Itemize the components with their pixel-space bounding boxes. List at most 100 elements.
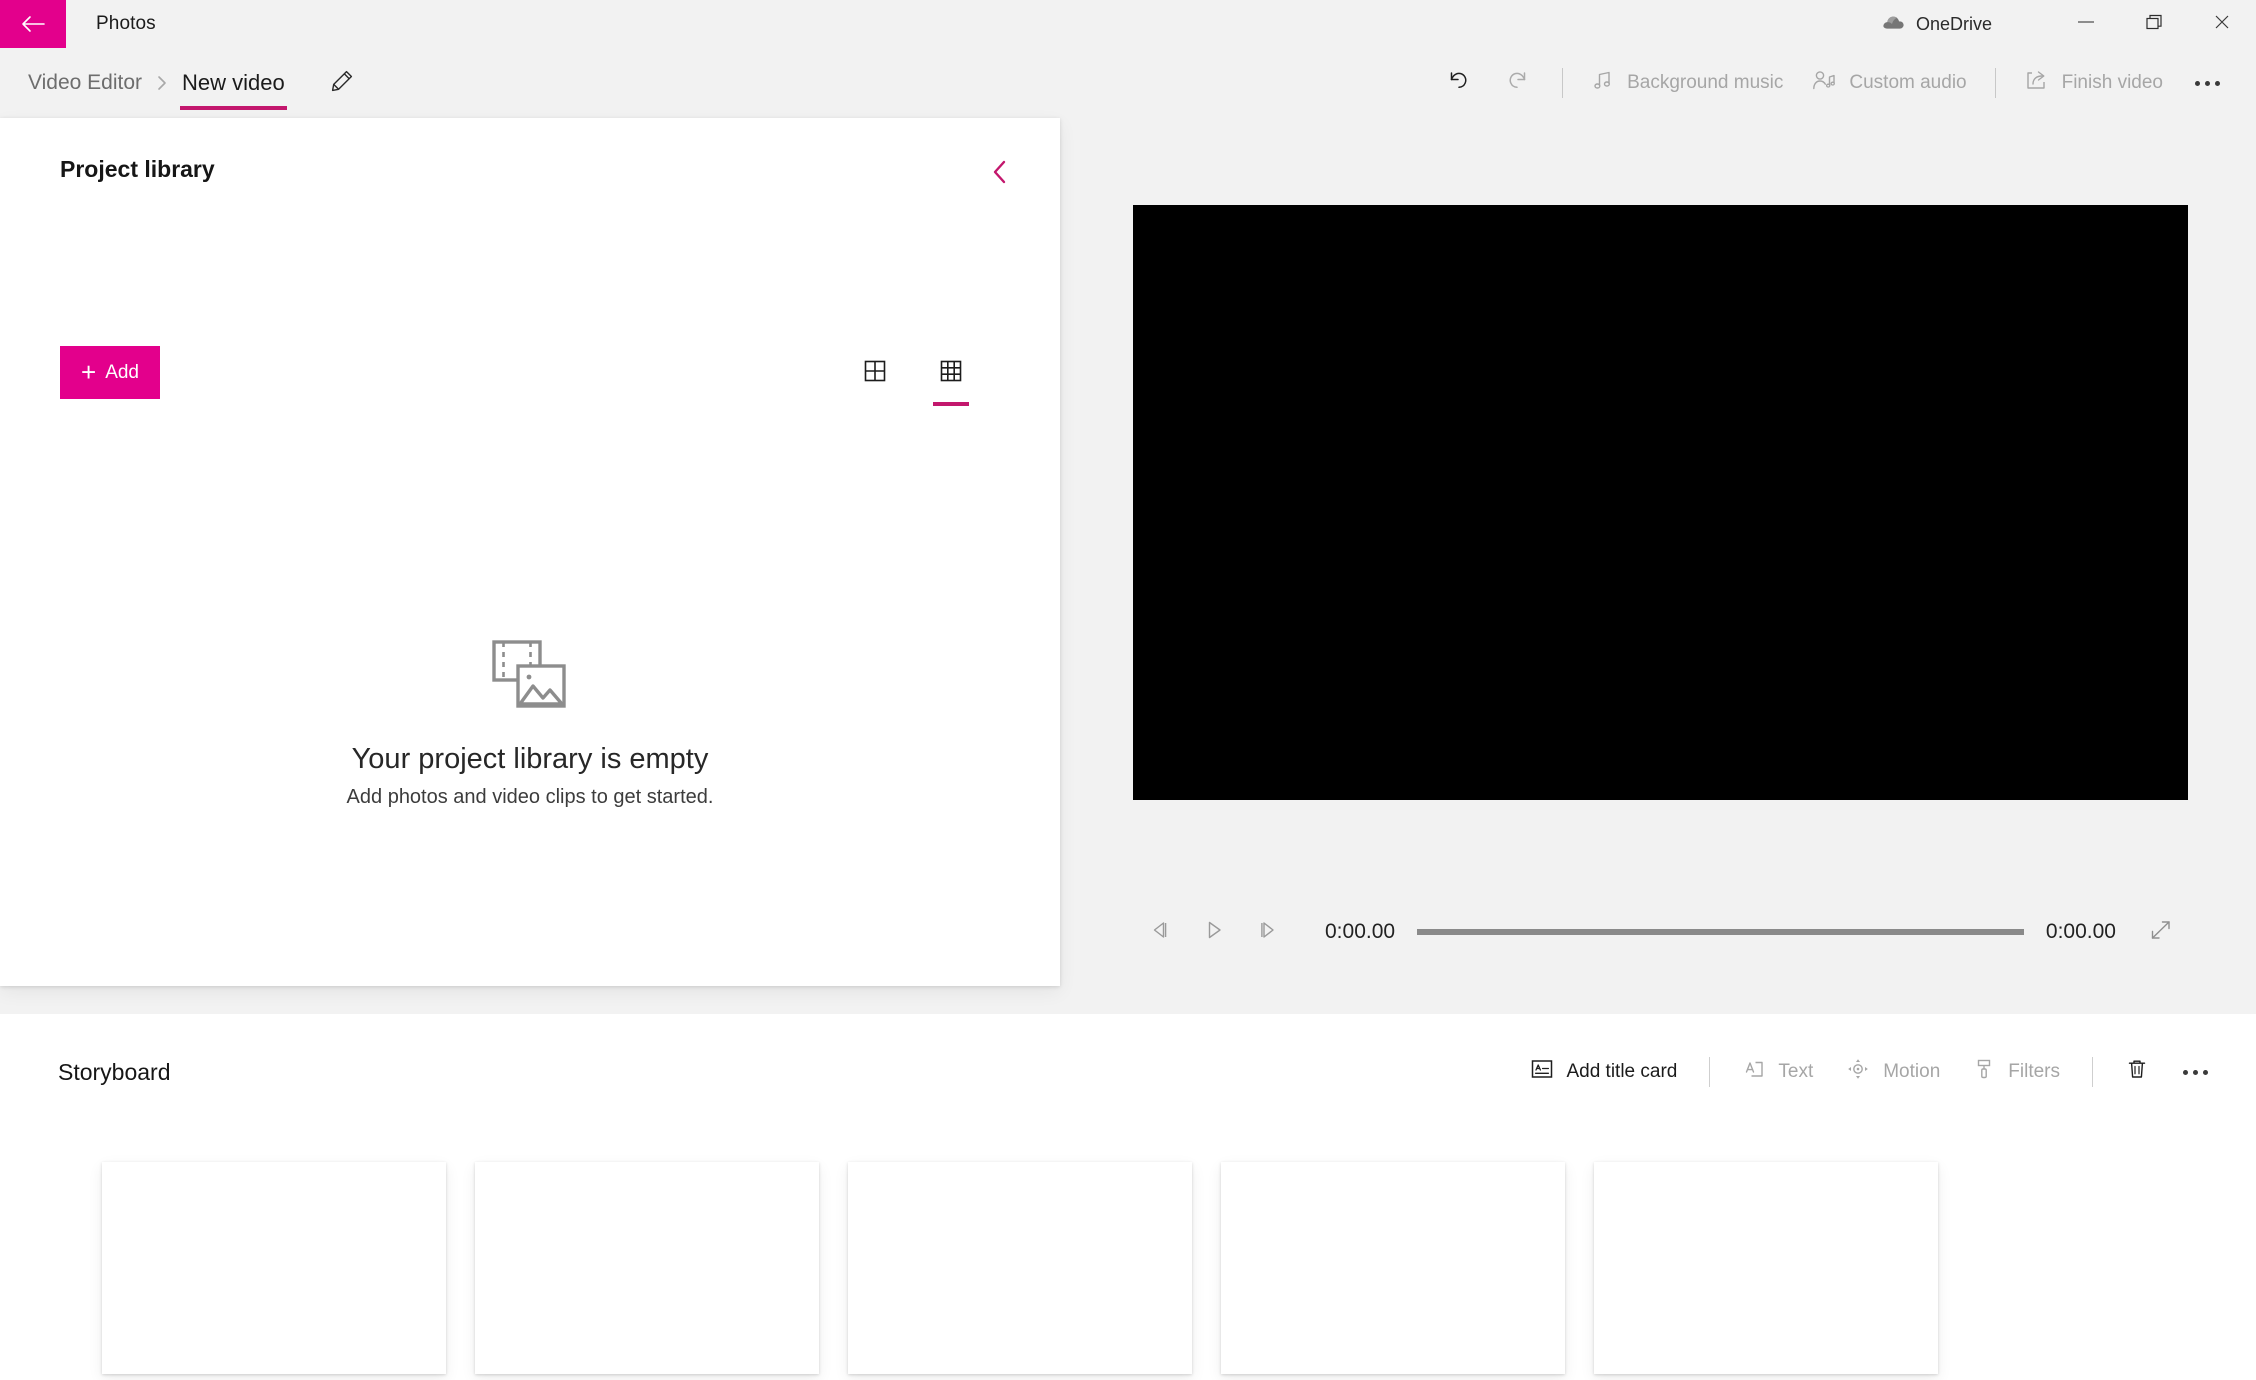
storyboard-card[interactable]: [1594, 1162, 1938, 1374]
finish-video-label: Finish video: [2061, 72, 2163, 93]
project-library-title: Project library: [60, 156, 215, 182]
view-toggle-selection-underline: [933, 402, 969, 406]
music-note-icon: [1591, 68, 1615, 98]
undo-icon: [1444, 66, 1472, 100]
previous-frame-icon: [1147, 918, 1173, 947]
storyboard-card[interactable]: [848, 1162, 1192, 1374]
library-view-toggles: [852, 350, 974, 406]
redo-button[interactable]: [1488, 57, 1548, 109]
onedrive-label: OneDrive: [1915, 13, 1992, 34]
next-frame-icon: [1255, 918, 1281, 947]
large-grid-view-button[interactable]: [852, 350, 898, 396]
more-options-icon: [2183, 1069, 2188, 1075]
back-button[interactable]: [0, 0, 66, 48]
add-media-button[interactable]: + Add: [60, 346, 160, 399]
onedrive-cloud-icon: [1881, 14, 1905, 35]
command-bar: Video Editor New video Background music …: [0, 48, 2256, 118]
onedrive-status[interactable]: OneDrive: [1881, 0, 2052, 48]
library-empty-title: Your project library is empty: [351, 743, 709, 775]
undo-button[interactable]: [1428, 57, 1488, 109]
video-preview-surface[interactable]: [1133, 205, 2188, 800]
breadcrumb-current-label: New video: [182, 70, 285, 95]
add-title-card-button[interactable]: Add title card: [1514, 1049, 1693, 1095]
close-icon: [2211, 12, 2233, 37]
filmstrip-photo-icon: [490, 638, 570, 717]
storyboard-card[interactable]: [475, 1162, 819, 1374]
player-controls: 0:00.00 0:00.00: [1133, 902, 2188, 962]
redo-icon: [1504, 66, 1532, 100]
library-empty-subtitle: Add photos and video clips to get starte…: [346, 786, 714, 808]
trash-icon: [2125, 1057, 2149, 1087]
more-options-icon: [2205, 80, 2210, 86]
motion-label: Motion: [1883, 1061, 1941, 1082]
pencil-icon: [329, 68, 355, 99]
minimize-button[interactable]: [2052, 0, 2120, 48]
finish-video-button[interactable]: Finish video: [2010, 59, 2177, 107]
playback-progress-slider[interactable]: [1417, 929, 2024, 935]
command-bar-overflow-button[interactable]: [2177, 71, 2238, 96]
minimize-icon: [2075, 15, 2097, 33]
delete-button[interactable]: [2109, 1048, 2165, 1096]
more-options-icon: [2195, 80, 2200, 86]
previous-frame-button[interactable]: [1133, 905, 1187, 959]
more-options-icon: [2215, 80, 2220, 86]
app-title: Photos: [96, 13, 156, 34]
add-title-card-label: Add title card: [1566, 1061, 1678, 1082]
text-button[interactable]: Text: [1726, 1049, 1829, 1095]
custom-audio-label: Custom audio: [1849, 72, 1967, 93]
fullscreen-icon: [2148, 918, 2174, 947]
motion-icon: [1845, 1057, 1871, 1087]
person-audio-icon: [1811, 68, 1837, 98]
grid-3x3-icon: [938, 358, 964, 389]
chevron-right-icon: [150, 73, 174, 93]
storyboard-toolbar: Add title card Text Motion Filters: [1514, 1036, 2226, 1108]
current-time-label: 0:00.00: [1325, 920, 1396, 943]
custom-audio-button[interactable]: Custom audio: [1797, 59, 1980, 107]
filters-button[interactable]: Filters: [1956, 1048, 2076, 1096]
storyboard-title: Storyboard: [58, 1059, 171, 1085]
title-card-icon: [1530, 1058, 1554, 1086]
total-time-label: 0:00.00: [2045, 920, 2116, 943]
share-export-icon: [2024, 68, 2050, 98]
toolbar-divider: [1562, 68, 1564, 98]
background-music-label: Background music: [1627, 72, 1784, 93]
storyboard-card-list: [0, 1162, 2256, 1380]
breadcrumb: Video Editor New video: [20, 48, 361, 118]
breadcrumb-video-editor[interactable]: Video Editor: [20, 71, 150, 95]
fullscreen-button[interactable]: [2134, 905, 2188, 959]
storyboard-panel: Storyboard Add title card Text Motion Fi…: [0, 1014, 2256, 1380]
more-options-icon: [2193, 1069, 2198, 1075]
breadcrumb-selection-underline: [180, 106, 287, 110]
add-media-label: Add: [105, 361, 139, 383]
plus-icon: +: [81, 356, 97, 387]
grid-2x2-icon: [862, 358, 888, 389]
chevron-left-icon: [987, 157, 1013, 192]
storyboard-card[interactable]: [102, 1162, 446, 1374]
storyboard-card[interactable]: [1221, 1162, 1565, 1374]
storyboard-overflow-button[interactable]: [2165, 1060, 2226, 1085]
small-grid-view-button[interactable]: [928, 350, 974, 406]
project-library-panel: Project library + Add Your project libra…: [0, 118, 1060, 986]
breadcrumb-current-project[interactable]: New video: [174, 70, 293, 110]
background-music-button[interactable]: Background music: [1577, 59, 1797, 107]
filters-label: Filters: [2008, 1061, 2060, 1082]
close-button[interactable]: [2188, 0, 2256, 48]
text-icon: [1742, 1058, 1766, 1086]
motion-button[interactable]: Motion: [1829, 1048, 1956, 1096]
text-label: Text: [1778, 1061, 1814, 1082]
maximize-button[interactable]: [2120, 0, 2188, 48]
rename-project-button[interactable]: [323, 62, 361, 105]
title-bar: Photos OneDrive: [0, 0, 2256, 48]
command-bar-actions: Background music Custom audio Finish vid…: [1428, 48, 2238, 118]
play-icon: [1201, 918, 1227, 947]
toolbar-divider: [1994, 68, 1996, 98]
library-empty-state: Your project library is empty Add photos…: [0, 638, 1060, 809]
next-frame-button[interactable]: [1241, 905, 1295, 959]
more-options-icon: [2203, 1069, 2208, 1075]
restore-icon: [2143, 12, 2165, 37]
collapse-library-button[interactable]: [976, 150, 1024, 198]
storyboard-toolbar-divider: [1709, 1057, 1711, 1087]
window-controls: [2052, 0, 2256, 48]
storyboard-toolbar-divider: [2092, 1057, 2093, 1087]
play-button[interactable]: [1187, 905, 1241, 959]
